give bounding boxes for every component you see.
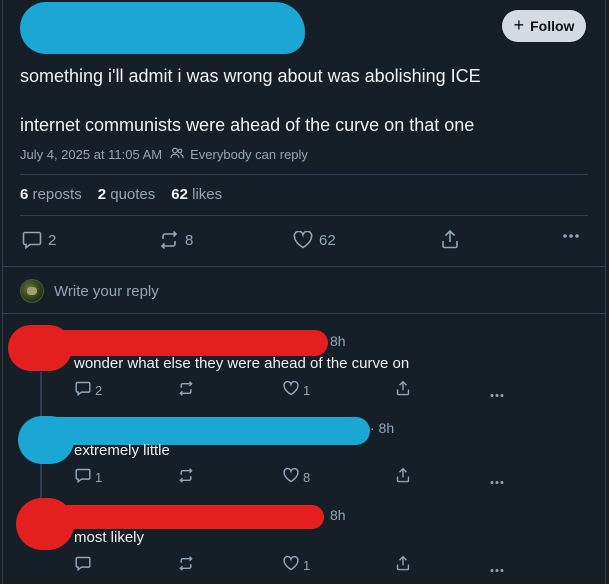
comment-icon [22, 231, 42, 249]
thread-line [40, 372, 42, 422]
share-button[interactable] [396, 467, 410, 486]
avatar [20, 279, 44, 303]
share-icon [396, 467, 410, 486]
comment-icon [75, 468, 91, 486]
more-options-button[interactable] [489, 386, 505, 401]
plus-icon: + [513, 15, 525, 35]
reply-setting[interactable]: Everybody can reply [190, 147, 308, 162]
quotes-stat[interactable]: 2 quotes [98, 186, 156, 203]
likes-stat[interactable]: 62 likes [171, 186, 222, 203]
redacted-author-name [40, 330, 328, 356]
reply-time[interactable]: · 8h [370, 420, 394, 436]
divider [2, 313, 606, 314]
people-icon [170, 147, 184, 162]
reply-button[interactable]: 2 [75, 381, 102, 399]
follow-button[interactable]: + Follow [502, 10, 586, 42]
heart-icon [283, 467, 299, 486]
share-icon [441, 229, 459, 249]
comment-icon [75, 381, 91, 399]
like-button[interactable]: 62 [293, 231, 336, 249]
redacted-author-name [44, 505, 324, 529]
like-count: 1 [303, 557, 311, 573]
repost-icon [159, 231, 179, 249]
reply-count: 2 [48, 231, 57, 249]
comment-icon [75, 556, 91, 574]
share-icon [396, 380, 410, 399]
heart-icon [283, 555, 299, 574]
reply-count: 2 [95, 382, 103, 398]
post-text-line-1: something i'll admit i was wrong about w… [20, 66, 481, 86]
repost-button[interactable] [178, 381, 194, 399]
more-icon [489, 561, 505, 576]
post-text-line-2: internet communists were ahead of the cu… [20, 115, 475, 135]
like-button[interactable]: 8 [283, 467, 311, 486]
like-button[interactable]: 1 [283, 555, 311, 574]
reply-time[interactable]: 8h [330, 333, 346, 349]
like-count: 8 [303, 469, 311, 485]
reply-time[interactable]: 8h [330, 507, 346, 523]
like-count: 1 [303, 382, 311, 398]
share-button[interactable] [396, 555, 410, 574]
reposts-stat[interactable]: 6 reposts [20, 186, 82, 203]
like-count: 62 [319, 231, 336, 249]
post-timestamp[interactable]: July 4, 2025 at 11:05 AM [20, 147, 162, 162]
divider [20, 215, 588, 216]
repost-button[interactable] [178, 556, 194, 574]
repost-icon [178, 468, 194, 486]
more-options-button[interactable] [489, 561, 505, 576]
share-button[interactable] [441, 229, 459, 249]
repost-icon [178, 556, 194, 574]
reply-button[interactable]: 2 [22, 231, 56, 249]
like-button[interactable]: 1 [283, 380, 311, 399]
more-options-button[interactable] [562, 233, 580, 239]
compose-reply[interactable]: Write your reply [20, 279, 159, 303]
reply-button[interactable]: 1 [75, 468, 102, 486]
repost-button[interactable] [178, 468, 194, 486]
divider [2, 266, 606, 267]
reply-placeholder[interactable]: Write your reply [54, 283, 159, 300]
redacted-author-name [40, 417, 370, 445]
reply-text: extremely little [74, 442, 170, 459]
reply-text: wonder what else they were ahead of the … [74, 355, 410, 372]
repost-icon [178, 381, 194, 399]
reply-button[interactable] [75, 556, 95, 574]
post-meta: July 4, 2025 at 11:05 AM Everybody can r… [20, 147, 308, 162]
repost-count: 8 [185, 231, 194, 249]
share-button[interactable] [396, 380, 410, 399]
divider [20, 174, 588, 175]
more-icon [489, 386, 505, 401]
share-icon [396, 555, 410, 574]
follow-label: Follow [530, 18, 575, 34]
reply-count: 1 [95, 469, 103, 485]
reply-text: most likely [74, 529, 145, 546]
more-options-button[interactable] [489, 473, 505, 488]
more-icon [562, 233, 580, 239]
post-stats: 6 reposts 2 quotes 62 likes [20, 186, 222, 203]
more-icon [489, 473, 505, 488]
repost-button[interactable]: 8 [159, 231, 193, 249]
redacted-author-name [20, 2, 305, 54]
heart-icon [283, 380, 299, 399]
heart-icon [293, 231, 313, 249]
